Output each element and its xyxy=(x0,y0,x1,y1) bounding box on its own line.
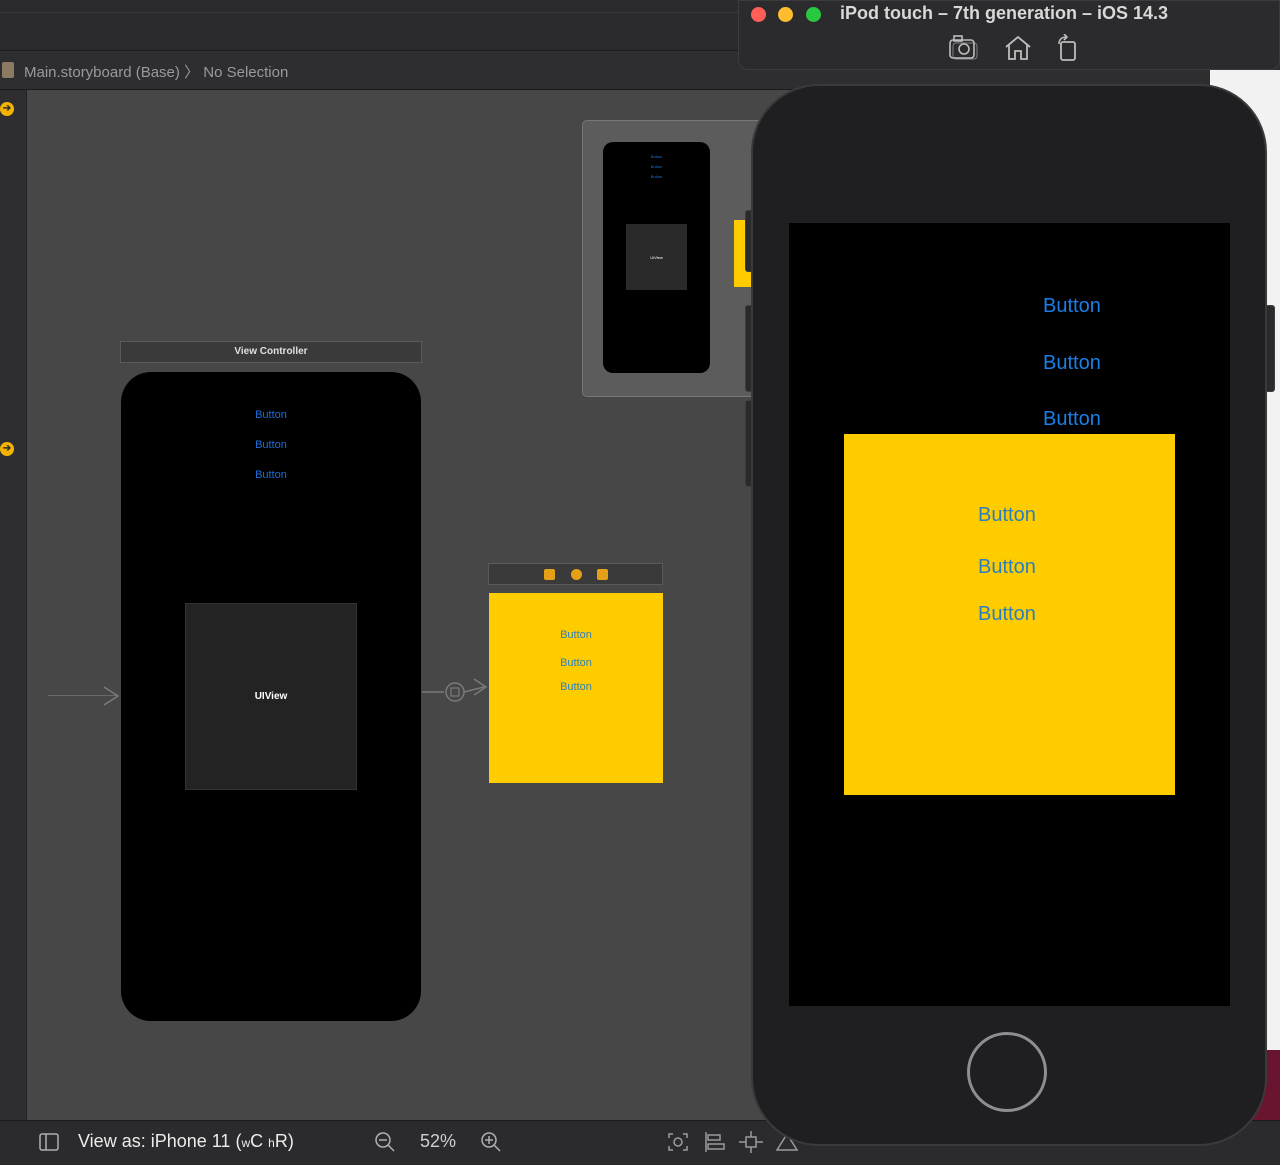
device-button[interactable]: Button xyxy=(1043,352,1101,375)
width-class-small: w xyxy=(241,1136,251,1150)
segue-icon[interactable] xyxy=(420,675,490,709)
simulator-title: iPod touch – 7th generation – iOS 14.3 xyxy=(840,3,1169,23)
storyboard-file-icon xyxy=(2,62,14,78)
height-class-small: h xyxy=(268,1136,275,1150)
entry-arrow-icon[interactable]: ➔ xyxy=(0,442,14,456)
width-class: C xyxy=(250,1131,264,1151)
view-as-selector[interactable]: View as: iPhone 11 (wC hR) xyxy=(78,1131,294,1152)
breadcrumb-separator: 〉 xyxy=(184,64,200,81)
height-class: R xyxy=(274,1131,288,1151)
entry-arrow-icon[interactable]: ➔ xyxy=(0,102,14,116)
initial-arrow-head-icon xyxy=(103,686,120,706)
device-yellow-button[interactable]: Button xyxy=(978,556,1036,579)
yellow-view-scene[interactable]: Button Button Button xyxy=(489,593,663,783)
view-controller-icon[interactable] xyxy=(544,569,555,580)
zoom-in-icon[interactable] xyxy=(480,1131,502,1153)
view-as-label: View as: iPhone 11 ( xyxy=(78,1131,242,1151)
yellow-button[interactable]: Button xyxy=(489,681,663,693)
zoom-level[interactable]: 52% xyxy=(420,1131,456,1152)
minimize-button[interactable] xyxy=(778,7,793,22)
yellow-button[interactable]: Button xyxy=(489,657,663,669)
storyboard-uiview[interactable]: UIView xyxy=(185,603,357,790)
device-button[interactable]: Button xyxy=(1043,408,1101,431)
storyboard-button[interactable]: Button xyxy=(121,439,421,451)
storyboard-button[interactable]: Button xyxy=(121,469,421,481)
view-as-suffix: ) xyxy=(287,1131,294,1151)
thumbnail-button: Button xyxy=(650,174,663,179)
home-button[interactable] xyxy=(967,1032,1047,1112)
simulator-title-bar: iPod touch – 7th generation – iOS 14.3 xyxy=(738,0,1280,70)
device-yellow-view: Button Button Button xyxy=(844,434,1175,795)
yellow-button[interactable]: Button xyxy=(489,629,663,641)
device-yellow-button[interactable]: Button xyxy=(978,603,1036,626)
update-frames-icon[interactable] xyxy=(666,1131,690,1153)
yellow-view-dock[interactable] xyxy=(488,563,663,585)
device-yellow-button[interactable]: Button xyxy=(978,504,1036,527)
screenshot-icon[interactable] xyxy=(949,35,979,61)
canvas-gutter xyxy=(0,90,27,1130)
thumbnail-button: Button xyxy=(650,164,663,169)
zoom-out-icon[interactable] xyxy=(374,1131,396,1153)
thumbnail-button: Button xyxy=(650,154,663,159)
thumbnail-uiview: UIView xyxy=(626,224,687,290)
rotate-icon[interactable] xyxy=(1055,34,1081,62)
breadcrumb-file[interactable]: Main.storyboard (Base) xyxy=(24,64,180,81)
toolbar-divider xyxy=(0,12,740,13)
zoom-button[interactable] xyxy=(806,7,821,22)
exit-icon[interactable] xyxy=(597,569,608,580)
device-button[interactable]: Button xyxy=(1043,295,1101,318)
view-controller-title[interactable]: View Controller xyxy=(120,341,422,363)
breadcrumb-selection[interactable]: No Selection xyxy=(203,64,288,81)
first-responder-icon[interactable] xyxy=(571,569,582,580)
home-icon[interactable] xyxy=(1004,35,1032,61)
close-button[interactable] xyxy=(751,7,766,22)
breadcrumb[interactable]: Main.storyboard (Base) 〉 No Selection xyxy=(24,61,288,82)
storyboard-button[interactable]: Button xyxy=(121,409,421,421)
align-icon[interactable] xyxy=(704,1131,726,1153)
sidebar-toggle-icon[interactable] xyxy=(39,1133,59,1151)
add-constraints-icon[interactable] xyxy=(739,1131,763,1153)
